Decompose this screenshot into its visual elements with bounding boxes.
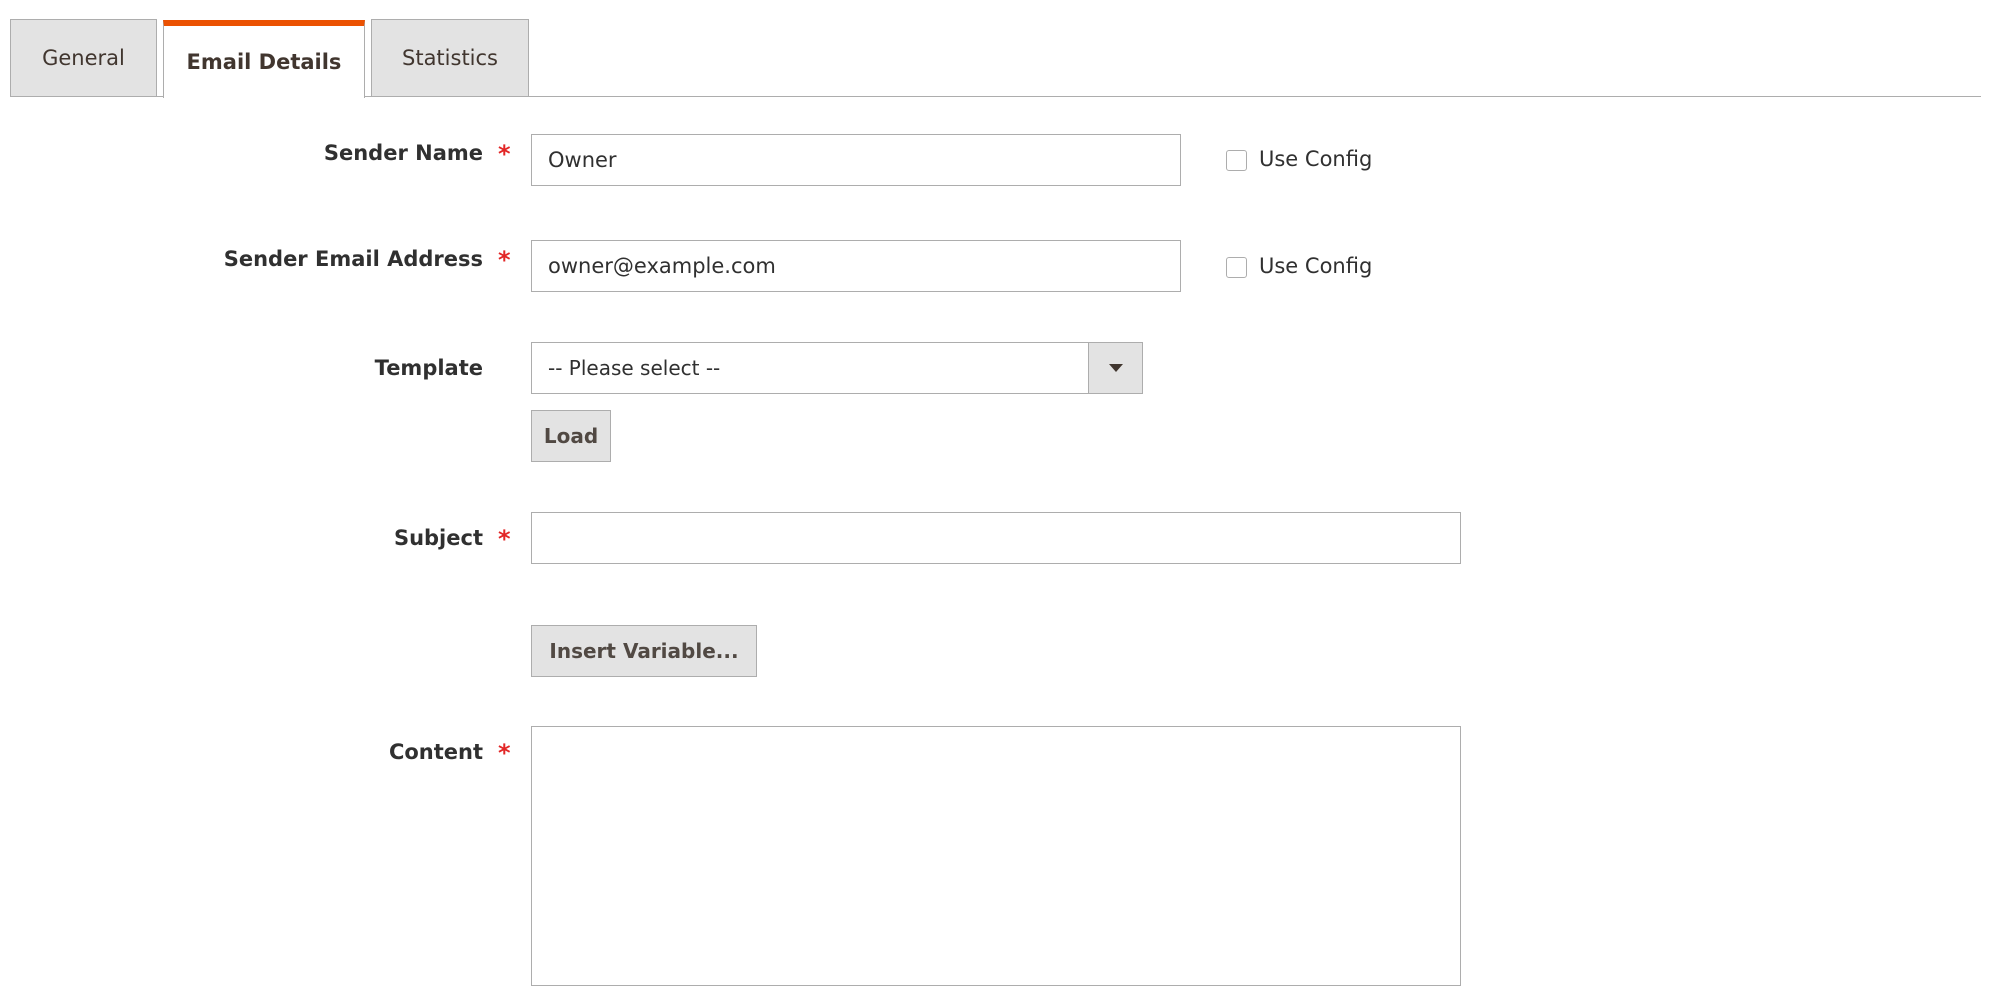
sender-email-use-config-label[interactable]: Use Config <box>1259 254 1372 278</box>
content-textarea[interactable] <box>531 726 1461 986</box>
sender-name-use-config-checkbox[interactable] <box>1226 150 1247 171</box>
required-marker: * <box>498 525 511 553</box>
sender-name-label: Sender Name <box>323 141 483 165</box>
subject-input[interactable] <box>531 512 1461 564</box>
template-label: Template <box>374 356 483 380</box>
load-template-button[interactable]: Load <box>531 410 611 462</box>
subject-label: Subject <box>393 526 483 550</box>
sender-email-input[interactable]: owner@example.com <box>531 240 1181 292</box>
insert-variable-button-label: Insert Variable... <box>549 639 739 663</box>
required-marker: * <box>498 246 511 274</box>
template-select[interactable]: -- Please select -- <box>531 342 1143 394</box>
sender-name-input[interactable]: Owner <box>531 134 1181 186</box>
tab-email-details-label: Email Details <box>186 50 342 74</box>
template-select-toggle[interactable] <box>1088 343 1142 393</box>
tab-general[interactable]: General <box>10 19 157 96</box>
tab-email-details[interactable]: Email Details <box>163 20 365 98</box>
load-template-button-label: Load <box>543 424 599 448</box>
sender-email-label: Sender Email Address <box>223 247 483 271</box>
insert-variable-button[interactable]: Insert Variable... <box>531 625 757 677</box>
sender-email-use-config-checkbox[interactable] <box>1226 257 1247 278</box>
required-marker: * <box>498 739 511 767</box>
template-select-value: -- Please select -- <box>548 356 721 380</box>
tab-general-label: General <box>42 46 125 70</box>
sender-name-value: Owner <box>548 148 617 172</box>
sender-name-use-config-label[interactable]: Use Config <box>1259 147 1372 171</box>
sender-email-value: owner@example.com <box>548 254 776 278</box>
required-marker: * <box>498 140 511 168</box>
tab-statistics-label: Statistics <box>402 46 498 70</box>
content-label: Content <box>388 740 483 764</box>
chevron-down-icon <box>1108 364 1123 372</box>
tab-statistics[interactable]: Statistics <box>371 19 529 96</box>
